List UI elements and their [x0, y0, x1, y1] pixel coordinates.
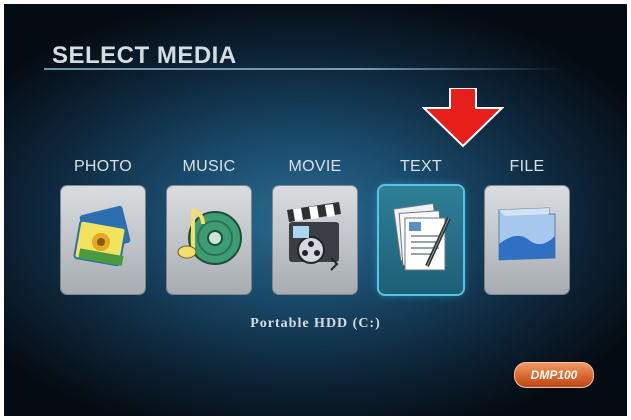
media-label-movie: MOVIE	[288, 158, 342, 175]
brand-badge: DMP100	[514, 362, 594, 388]
selection-arrow-icon	[422, 88, 504, 148]
media-tile-music[interactable]	[167, 186, 251, 294]
text-icon	[393, 202, 451, 271]
file-icon	[498, 207, 556, 261]
movie-icon	[287, 202, 341, 271]
media-item-file[interactable]: FILE	[482, 156, 572, 294]
media-tile-photo[interactable]	[61, 186, 145, 294]
media-item-text[interactable]: TEXT	[376, 156, 466, 294]
media-item-movie[interactable]: MOVIE	[270, 156, 360, 294]
media-tile-movie[interactable]	[273, 186, 357, 294]
photo-icon	[73, 205, 131, 267]
media-item-photo[interactable]: PHOTO	[58, 156, 148, 294]
title-divider	[44, 68, 564, 70]
media-selection-screen: SELECT MEDIA PHOTO MUSIC MOVIE TEXT FILE…	[4, 4, 627, 416]
music-icon	[177, 208, 242, 265]
page-title: SELECT MEDIA	[52, 42, 237, 69]
media-item-music[interactable]: MUSIC	[164, 156, 254, 294]
media-tile-file[interactable]	[485, 186, 569, 294]
media-label-photo: PHOTO	[73, 158, 133, 175]
media-tile-text[interactable]	[379, 186, 463, 294]
storage-location-label: Portable HDD (C:)	[250, 316, 381, 331]
media-label-music: MUSIC	[182, 158, 236, 175]
media-label-text: TEXT	[399, 158, 443, 175]
media-label-file: FILE	[509, 158, 545, 175]
